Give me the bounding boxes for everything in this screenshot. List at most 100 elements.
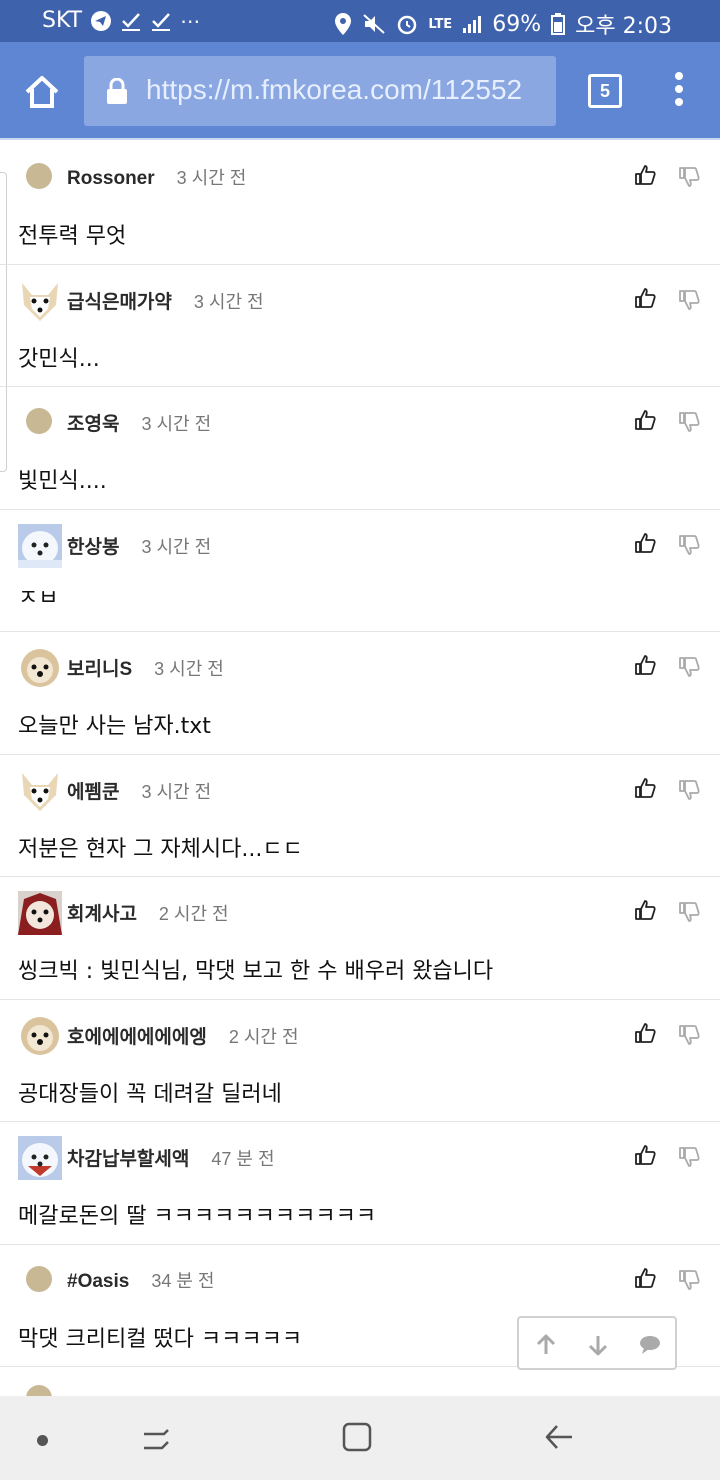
check-icon — [152, 12, 171, 31]
thumbs-down-icon[interactable] — [678, 534, 700, 556]
alarm-icon — [398, 15, 417, 35]
arrow-up-icon[interactable] — [533, 1332, 559, 1358]
network-label: LTE — [428, 16, 453, 32]
puppy-avatar — [18, 646, 62, 690]
comment-author[interactable]: 호에에에에에에엥 2 시간 전 — [67, 1022, 299, 1049]
comment-text: 갓민식... — [18, 346, 100, 372]
thumbs-up-icon[interactable] — [634, 409, 656, 431]
comment-time: 3 시간 전 — [141, 781, 212, 802]
comment-time: 2 시간 전 — [228, 1026, 299, 1047]
thumbs-up-icon[interactable] — [634, 654, 656, 676]
telegram-icon — [91, 10, 112, 31]
browser-toolbar: https://m.fmkorea.com/112552 5 — [0, 42, 720, 140]
thumbs-down-icon[interactable] — [678, 1269, 700, 1291]
thumbs-up-icon[interactable] — [634, 1267, 656, 1289]
comment-list: Rossoner 3 시간 전 전투력 무엇 급식은매가약 3 시간 전 갓민식..… — [0, 142, 720, 1411]
thumbs-up-icon[interactable] — [634, 532, 656, 554]
avatar — [26, 163, 52, 189]
red-puppy-avatar — [18, 891, 62, 935]
comment-time: 2 시간 전 — [158, 904, 229, 924]
comment-author[interactable]: #Oasis 34 분 전 — [67, 1267, 214, 1293]
fox-avatar — [18, 768, 62, 813]
thumbs-down-icon[interactable] — [678, 166, 700, 188]
white-dog-avatar — [18, 1136, 62, 1180]
thumbs-up-icon[interactable] — [634, 1144, 656, 1166]
comment-text: 공대장들이 꼭 데려갈 딜러네 — [18, 1081, 282, 1107]
thumbs-up-icon[interactable] — [634, 287, 656, 309]
comment-item: 차감납부할세액 47 분 전 메갈로돈의 딸 ㅋㅋㅋㅋㅋㅋㅋㅋㅋㅋㅋ — [0, 1122, 720, 1245]
comment-item: 조영욱 3 시간 전 빛민식.... — [0, 387, 720, 510]
comment-item: 급식은매가약 3 시간 전 갓민식... — [0, 265, 720, 387]
comment-item: Rossoner 3 시간 전 전투력 무엇 — [0, 142, 720, 265]
comment-text: 막댓 크리티컬 떴다 ㅋㅋㅋㅋㅋ — [18, 1326, 303, 1352]
thumbs-down-icon[interactable] — [678, 1146, 700, 1168]
comment-time: 3 시간 전 — [141, 536, 212, 557]
clock: 오후 2:03 — [575, 14, 672, 39]
location-icon — [335, 13, 352, 35]
comment-author[interactable]: Rossoner 3 시간 전 — [67, 164, 246, 190]
comment-icon[interactable] — [637, 1332, 663, 1358]
recent-apps-icon[interactable] — [142, 1424, 172, 1454]
tab-switcher-button[interactable]: 5 — [588, 74, 622, 108]
comment-text: 메갈로돈의 딸 ㅋㅋㅋㅋㅋㅋㅋㅋㅋㅋㅋ — [18, 1204, 377, 1229]
url-bar[interactable]: https://m.fmkorea.com/112552 — [84, 56, 556, 126]
comment-author[interactable]: 보리니S 3 시간 전 — [67, 654, 224, 681]
comment-text: 빛민식.... — [18, 469, 107, 494]
comment-item: 보리니S 3 시간 전 오늘만 사는 남자.txt — [0, 632, 720, 755]
comment-time: 34 분 전 — [151, 1270, 215, 1291]
system-navigation-bar — [0, 1396, 720, 1480]
thumbs-down-icon[interactable] — [678, 779, 700, 801]
battery-percent: 69% — [492, 11, 542, 37]
comment-text: 전투력 무엇 — [18, 224, 127, 249]
thumbs-up-icon[interactable] — [634, 899, 656, 921]
back-icon[interactable] — [544, 1422, 574, 1452]
comment-text: ㅈㅂ — [18, 585, 59, 611]
thumbs-up-icon[interactable] — [634, 1022, 656, 1044]
comment-text: 저분은 현자 그 자체시다...ㄷㄷ — [18, 836, 303, 862]
comment-author[interactable]: 에펨쿤 3 시간 전 — [67, 777, 211, 804]
more-notifications-icon: ⋯ — [180, 8, 201, 33]
dot-indicator-icon — [37, 1435, 48, 1446]
mute-icon — [363, 14, 385, 34]
carrier-label: SKT — [42, 8, 83, 33]
avatar — [26, 1265, 52, 1292]
signal-icon — [463, 16, 482, 33]
comment-author[interactable]: 차감납부할세액 47 분 전 — [67, 1144, 275, 1171]
thumbs-down-icon[interactable] — [678, 1024, 700, 1046]
avatar — [26, 408, 52, 434]
puppy-avatar — [18, 1013, 62, 1058]
comment-item: 회계사고 2 시간 전 씽크빅 : 빛민식님, 막댓 보고 한 수 배우러 왔습니… — [0, 877, 720, 1000]
comment-item: 한상봉 3 시간 전 ㅈㅂ — [0, 510, 720, 632]
comment-item: 호에에에에에에엥 2 시간 전 공대장들이 꼭 데려갈 딜러네 — [0, 1000, 720, 1122]
floating-scroll-nav — [517, 1316, 677, 1370]
comment-time: 3 시간 전 — [176, 168, 247, 188]
arrow-down-icon[interactable] — [585, 1332, 611, 1358]
comment-author[interactable]: 조영욱 3 시간 전 — [67, 409, 211, 436]
home-button-icon[interactable] — [342, 1422, 372, 1452]
comment-item: 에펨쿤 3 시간 전 저분은 현자 그 자체시다...ㄷㄷ — [0, 755, 720, 877]
fox-avatar — [18, 278, 62, 323]
status-bar: SKT ⋯ LTE 69% 오후 2:03 — [0, 0, 720, 42]
comment-author[interactable]: 회계사고 2 시간 전 — [67, 899, 229, 926]
thumbs-up-icon[interactable] — [634, 777, 656, 799]
comment-time: 3 시간 전 — [141, 414, 212, 434]
home-icon[interactable] — [22, 72, 62, 112]
battery-icon — [551, 13, 566, 35]
overflow-menu-icon[interactable] — [672, 72, 686, 112]
comment-author[interactable]: 급식은매가약 3 시간 전 — [67, 287, 264, 314]
comment-author[interactable]: 한상봉 3 시간 전 — [67, 532, 211, 559]
comment-text: 오늘만 사는 남자.txt — [18, 714, 211, 739]
thumbs-up-icon[interactable] — [634, 164, 656, 186]
comment-time: 3 시간 전 — [154, 659, 224, 679]
thumbs-down-icon[interactable] — [678, 901, 700, 923]
thumbs-down-icon[interactable] — [678, 289, 700, 311]
comment-text: 씽크빅 : 빛민식님, 막댓 보고 한 수 배우러 왔습니다 — [18, 959, 494, 984]
lock-icon — [107, 78, 127, 104]
comment-time: 47 분 전 — [211, 1149, 275, 1169]
url-text: https://m.fmkorea.com/112552 — [146, 74, 523, 105]
white-dog-avatar — [18, 523, 62, 568]
thumbs-down-icon[interactable] — [678, 656, 700, 678]
check-icon — [122, 12, 141, 31]
comment-time: 3 시간 전 — [193, 291, 264, 312]
thumbs-down-icon[interactable] — [678, 411, 700, 433]
